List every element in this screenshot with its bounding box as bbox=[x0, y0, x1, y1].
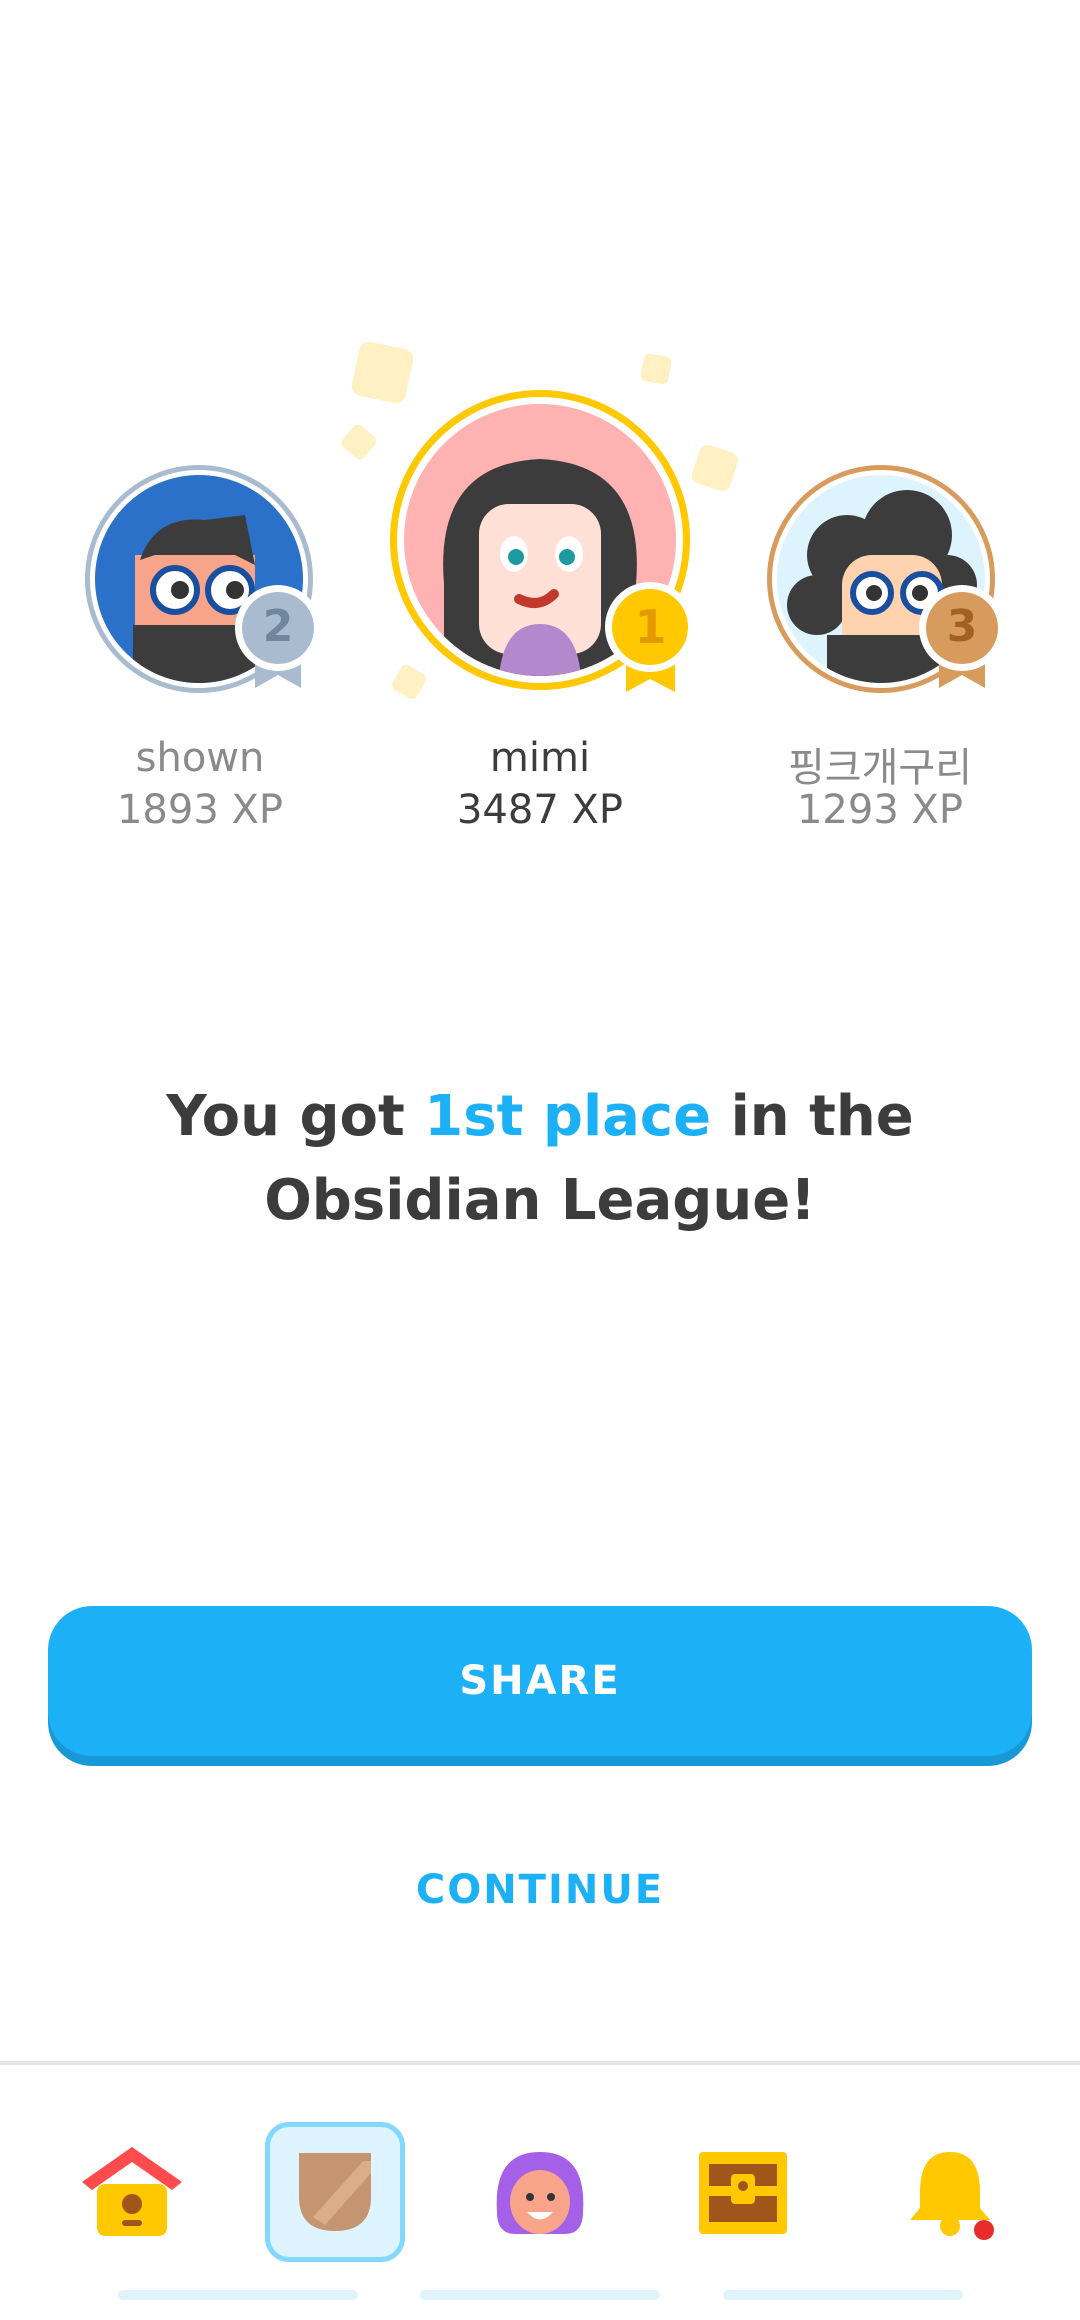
silver-medal-icon: 2 bbox=[233, 583, 323, 693]
page-indicator bbox=[118, 2290, 358, 2300]
podium-second[interactable]: 2 bbox=[85, 465, 325, 705]
continue-button[interactable]: CONTINUE bbox=[340, 1850, 740, 1930]
podium-third[interactable]: 3 bbox=[767, 465, 1012, 710]
medal-rank: 1 bbox=[634, 600, 667, 654]
podium-xp-third: 1293 XP bbox=[796, 787, 964, 833]
nav-leagues[interactable] bbox=[265, 2122, 405, 2262]
bronze-medal-icon: 3 bbox=[917, 583, 1007, 693]
share-button[interactable]: SHARE bbox=[48, 1606, 1032, 1756]
podium-xp-second: 1893 XP bbox=[116, 787, 284, 833]
podium-first[interactable]: 1 bbox=[390, 390, 700, 700]
notification-bell-icon bbox=[910, 2152, 994, 2240]
page-indicator bbox=[723, 2290, 963, 2300]
nav-notifications[interactable] bbox=[880, 2122, 1020, 2262]
nav-profile[interactable] bbox=[470, 2122, 610, 2262]
bottom-nav bbox=[0, 2065, 1080, 2320]
confetti bbox=[339, 422, 379, 462]
medal-rank: 2 bbox=[262, 601, 294, 652]
nav-shop[interactable] bbox=[673, 2122, 813, 2262]
profile-avatar-icon bbox=[496, 2152, 584, 2234]
nav-home[interactable] bbox=[62, 2122, 202, 2262]
league-shield-icon bbox=[299, 2153, 371, 2231]
podium-name-third: 핑크개구리 bbox=[788, 745, 972, 791]
home-icon bbox=[82, 2147, 182, 2236]
headline-accent: 1st place bbox=[424, 1084, 712, 1149]
confetti bbox=[639, 352, 673, 386]
headline-prefix: You got bbox=[166, 1084, 425, 1149]
treasure-chest-icon bbox=[699, 2152, 787, 2234]
podium-xp-first: 3487 XP bbox=[456, 787, 624, 833]
gold-medal-icon: 1 bbox=[603, 580, 698, 698]
podium-name-second: shown bbox=[135, 735, 265, 781]
result-headline: You got 1st place in the Obsidian League… bbox=[90, 1075, 990, 1243]
page-indicator bbox=[420, 2290, 660, 2300]
podium-name-first: mimi bbox=[489, 735, 591, 781]
medal-rank: 3 bbox=[946, 601, 978, 652]
